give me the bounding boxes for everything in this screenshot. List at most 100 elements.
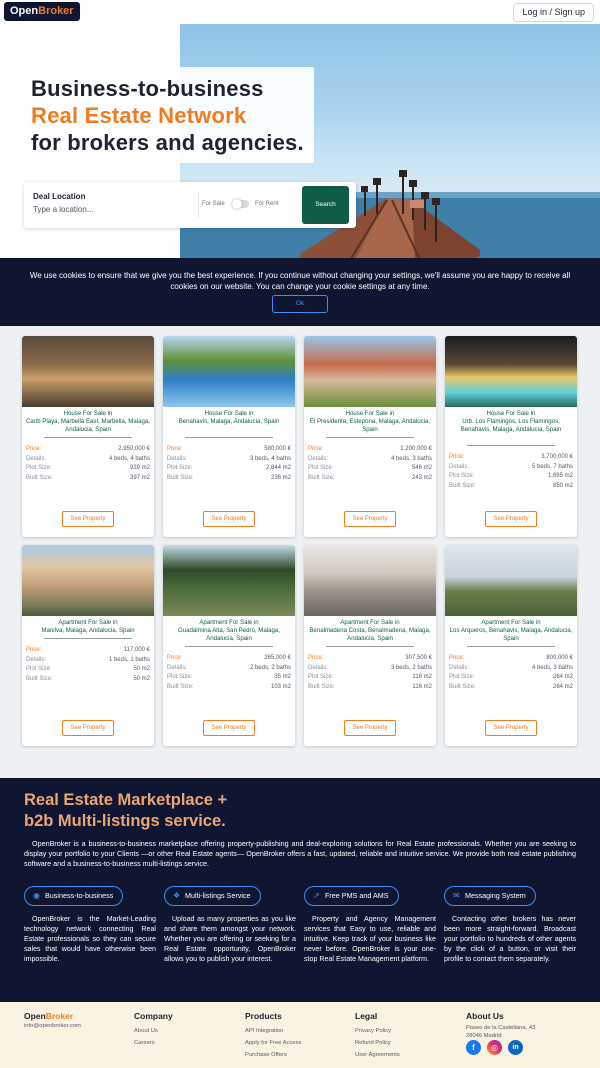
details-row-label: Details: [167, 455, 188, 462]
instagram-icon[interactable]: ◎ [487, 1040, 502, 1055]
for-sale-label: For Sale [202, 201, 225, 207]
property-card[interactable]: House For Sale in Urb. Los Flamingos, Los… [445, 336, 577, 537]
footer-link-api[interactable]: API Integration [245, 1025, 301, 1037]
sale-rent-toggle[interactable] [232, 199, 249, 209]
property-photo[interactable] [163, 545, 295, 616]
feature-text-free-pms-ams: Property and Agency Management services … [304, 915, 436, 963]
details-row-value: 5 beds, 7 baths [531, 463, 573, 470]
footer-company-column: Company About Us Careers [134, 1011, 173, 1049]
marketplace-description: OpenBroker is a business-to-business mar… [24, 839, 576, 868]
chart-icon: ↗ [313, 891, 320, 900]
site-header: OpenBroker Log in / Sign up [0, 0, 600, 24]
plot-size-row-label: Plot Size: [26, 465, 52, 471]
marketplace-title: Real Estate Marketplace + b2b Multi-list… [24, 790, 227, 832]
footer-about-column: About Us Paseo de la Castellana, 43 2804… [466, 1011, 535, 1040]
see-property-button[interactable]: See Property [344, 720, 396, 736]
feature-label: Multi-listings Service [185, 891, 251, 900]
headline-card: Business-to-business Real Estate Network… [24, 67, 314, 163]
price-row-label: Price: [308, 446, 324, 452]
footer-link-purchase-offers[interactable]: Purchase Offers [245, 1049, 301, 1061]
property-card[interactable]: Apartment For Sale in Los Arqueros, Benah… [445, 545, 577, 746]
built-size-row-value: 236 m2 [270, 474, 291, 481]
plot-size-row-label: Plot Size: [26, 666, 52, 672]
property-card[interactable]: Apartment For Sale in Benalmadena Costa, … [304, 545, 436, 746]
footer-link-privacy[interactable]: Privacy Policy [355, 1025, 400, 1037]
details-row-value: 3 beds, 4 baths [249, 455, 291, 462]
feature-pill-messaging[interactable]: ✉ Messaging System [444, 886, 536, 906]
see-property-button[interactable]: See Property [344, 511, 396, 527]
price-row-value: 2,950,000 € [118, 446, 150, 452]
property-title: Apartment For Sale in Manilva, Malaga, An… [41, 619, 135, 634]
login-signup-button[interactable]: Log in / Sign up [513, 3, 594, 22]
cookie-text: We use cookies to ensure that we give yo… [29, 271, 571, 291]
property-title: House For Sale in Carib Playa, Marbella E… [26, 410, 150, 433]
title-divider [326, 646, 414, 647]
title-divider [326, 437, 414, 438]
footer-legal-column: Legal Privacy Policy Refund Policy User … [355, 1011, 400, 1061]
property-title: Apartment For Sale in Guadalmina Alta, Sa… [178, 619, 280, 642]
footer-link-user-agreements[interactable]: User Agreements [355, 1049, 400, 1061]
title-divider [185, 437, 273, 438]
see-property-button[interactable]: See Property [203, 720, 255, 736]
footer-link-free-access[interactable]: Apply for Free Access [245, 1037, 301, 1049]
footer-link-refund[interactable]: Refund Policy [355, 1037, 400, 1049]
feature-pill-multi-listings[interactable]: ❖ Multi-listings Service [164, 886, 261, 906]
footer-logo-open: Open [24, 1011, 46, 1021]
logo[interactable]: OpenBroker [4, 2, 80, 21]
see-property-button[interactable]: See Property [62, 720, 114, 736]
title-divider [185, 646, 273, 647]
feature-label: Free PMS and AMS [325, 891, 389, 900]
property-card[interactable]: House For Sale in Benahavis, Malaga, Anda… [163, 336, 295, 537]
deal-location-input[interactable] [33, 203, 163, 215]
plot-size-row-value: 939 m2 [129, 465, 150, 471]
envelope-icon: ✉ [453, 891, 460, 900]
property-card[interactable]: Apartment For Sale in Manilva, Malaga, An… [22, 545, 154, 746]
plot-size-row-label: Plot Size: [449, 473, 475, 479]
search-button[interactable]: Search [302, 186, 349, 224]
property-photo[interactable] [304, 336, 436, 407]
built-size-row-value: 50 m2 [133, 675, 150, 682]
property-photo[interactable] [22, 336, 154, 407]
plot-size-row-value: 546 m2 [411, 465, 432, 471]
footer-logo[interactable]: OpenBroker [24, 1011, 73, 1021]
logo-text-broker: Broker [38, 5, 74, 17]
property-photo[interactable] [445, 545, 577, 616]
property-photo[interactable] [22, 545, 154, 616]
feature-pill-free-pms-ams[interactable]: ↗ Free PMS and AMS [304, 886, 399, 906]
price-row-label: Price: [308, 655, 324, 661]
see-property-button[interactable]: See Property [203, 511, 255, 527]
property-title: House For Sale in Benahavis, Malaga, Anda… [178, 410, 280, 425]
built-size-row-label: Built Size: [308, 683, 335, 690]
see-property-button[interactable]: See Property [485, 511, 537, 527]
property-card[interactable]: House For Sale in El Presidente, Estepona… [304, 336, 436, 537]
linkedin-icon[interactable]: in [508, 1040, 523, 1055]
property-card[interactable]: Apartment For Sale in Guadalmina Alta, Sa… [163, 545, 295, 746]
headline-line-2: Real Estate Network [31, 103, 247, 128]
plot-size-row-value: 1,695 m2 [547, 473, 573, 479]
property-photo[interactable] [445, 336, 577, 407]
property-title: House For Sale in Urb. Los Flamingos, Los… [460, 410, 562, 433]
footer-link-about[interactable]: About Us [134, 1025, 173, 1037]
built-size-row-value: 243 m2 [411, 474, 432, 481]
details-row-label: Details: [308, 455, 329, 462]
title-divider [467, 646, 555, 647]
feature-pill-business-to-business[interactable]: ◉ Business-to-business [24, 886, 124, 906]
built-size-row-label: Built Size: [26, 675, 53, 682]
property-photo[interactable] [304, 545, 436, 616]
price-row-label: Price: [449, 454, 465, 460]
price-row-label: Price: [167, 655, 183, 661]
facebook-icon[interactable]: f [466, 1040, 481, 1055]
see-property-button[interactable]: See Property [62, 511, 114, 527]
property-photo[interactable] [163, 336, 295, 407]
built-size-row-value: 116 m2 [412, 683, 432, 690]
footer-link-careers[interactable]: Careers [134, 1037, 173, 1049]
details-row-value: 3 beds, 2 baths [390, 664, 432, 671]
plot-size-row-value: 2,844 m2 [265, 465, 291, 471]
price-row-value: 3,700,000 € [541, 454, 573, 460]
footer-email[interactable]: info@openbroker.com [24, 1023, 81, 1029]
cookie-ok-button[interactable]: Ok [272, 295, 328, 313]
headline-line-3: for brokers and agencies. [31, 130, 304, 155]
property-card[interactable]: House For Sale in Carib Playa, Marbella E… [22, 336, 154, 537]
see-property-button[interactable]: See Property [485, 720, 537, 736]
deal-location-label: Deal Location [33, 192, 86, 201]
